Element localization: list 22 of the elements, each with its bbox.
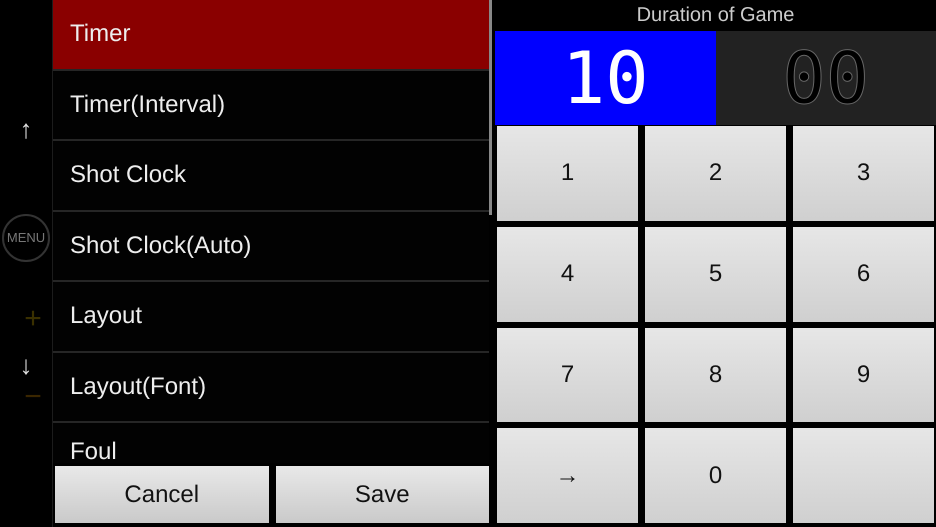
keypad-key[interactable]: 6 [793,226,934,322]
time-field[interactable]: 10 [495,31,716,125]
keypad-key[interactable]: 0 [645,428,786,523]
save-button[interactable]: Save [276,466,489,523]
menu-item[interactable]: Timer [53,0,489,70]
menu-item[interactable]: Layout(Font) [53,352,489,423]
keypad-key[interactable]: 5 [645,226,786,322]
cancel-button[interactable]: Cancel [55,466,268,523]
keypad-key[interactable]: → [497,428,638,523]
keypad-key[interactable]: 1 [497,126,638,221]
side-button[interactable]: MENU [2,214,50,262]
keypad-key[interactable]: 9 [793,328,934,422]
keypad-key[interactable]: 8 [645,328,786,422]
keypad-key[interactable]: 7 [497,328,638,422]
menu-item[interactable]: Shot Clock(Auto) [53,212,489,282]
keypad-key[interactable]: 2 [645,126,786,221]
dialog-title: Duration of Game [636,3,796,28]
keypad-key[interactable]: 4 [497,226,638,322]
side-button[interactable]: ↓ [20,350,32,380]
menu-item[interactable]: Timer(Interval) [53,70,489,141]
side-button[interactable]: ↑ [20,114,32,144]
keypad-key[interactable]: 3 [793,126,934,221]
